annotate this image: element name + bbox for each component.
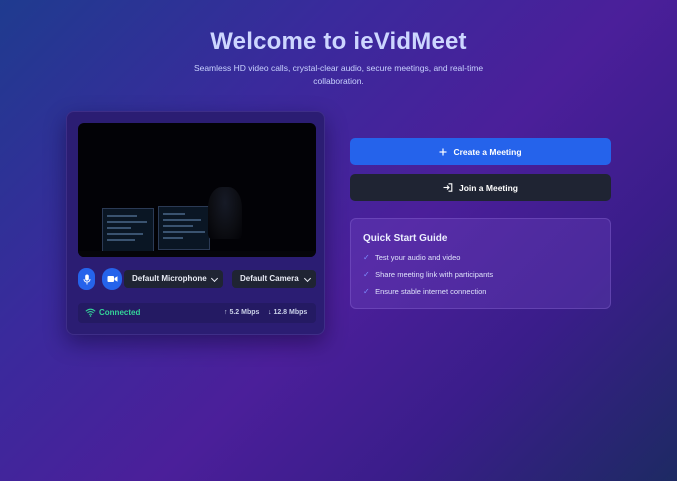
- connection-status-text: Connected: [99, 308, 141, 317]
- desk-shadow: [78, 251, 316, 257]
- microphone-icon: [83, 274, 90, 284]
- create-meeting-label: Create a Meeting: [453, 146, 522, 157]
- create-meeting-button[interactable]: Create a Meeting: [350, 138, 611, 165]
- join-meeting-label: Join a Meeting: [458, 182, 519, 193]
- guide-title: Quick Start Guide: [363, 233, 448, 244]
- sign-in-icon: [443, 183, 453, 192]
- plus-icon: [439, 148, 447, 155]
- chevron-down-icon: [210, 274, 219, 283]
- hero-subtitle: Seamless HD video calls, crystal-clear a…: [193, 63, 484, 86]
- guide-item-text: Share meeting link with participants: [375, 270, 494, 279]
- quick-start-guide: Quick Start Guide ✓ Test your audio and …: [350, 218, 611, 309]
- microphone-select-value: Default Microphone: [132, 274, 207, 283]
- guide-item: ✓ Share meeting link with participants: [363, 270, 493, 279]
- camera-select-value: Default Camera: [240, 274, 299, 283]
- connection-status-bar: Connected ↑ 5.2 Mbps ↓ 12.8 Mbps: [78, 303, 316, 323]
- person-silhouette: [208, 187, 242, 239]
- guide-item-text: Test your audio and video: [374, 253, 461, 262]
- microphone-toggle-button[interactable]: [78, 268, 95, 290]
- check-icon: ✓: [363, 270, 370, 279]
- camera-toggle-button[interactable]: [102, 268, 122, 290]
- chevron-down-icon: [303, 274, 312, 283]
- guide-item: ✓ Ensure stable internet connection: [363, 287, 486, 296]
- monitor-image-right: [158, 206, 210, 250]
- upload-speed: ↑ 5.2 Mbps: [224, 309, 260, 316]
- microphone-select[interactable]: Default Microphone: [124, 270, 223, 288]
- monitor-image-left: [102, 208, 154, 252]
- camera-select[interactable]: Default Camera: [232, 270, 316, 288]
- video-preview: [78, 123, 316, 257]
- wifi-icon: [85, 308, 96, 317]
- download-speed: ↓ 12.8 Mbps: [268, 309, 308, 316]
- guide-item: ✓ Test your audio and video: [363, 253, 460, 262]
- hero-title: Welcome to ieVidMeet: [210, 28, 467, 55]
- preview-card: Default Microphone Default Camera Connec…: [66, 111, 325, 335]
- video-camera-icon: [107, 276, 117, 282]
- media-controls: Default Microphone Default Camera: [78, 268, 316, 290]
- join-meeting-button[interactable]: Join a Meeting: [350, 174, 611, 201]
- check-icon: ✓: [363, 287, 370, 296]
- check-icon: ✓: [363, 253, 370, 262]
- guide-item-text: Ensure stable internet connection: [375, 287, 487, 296]
